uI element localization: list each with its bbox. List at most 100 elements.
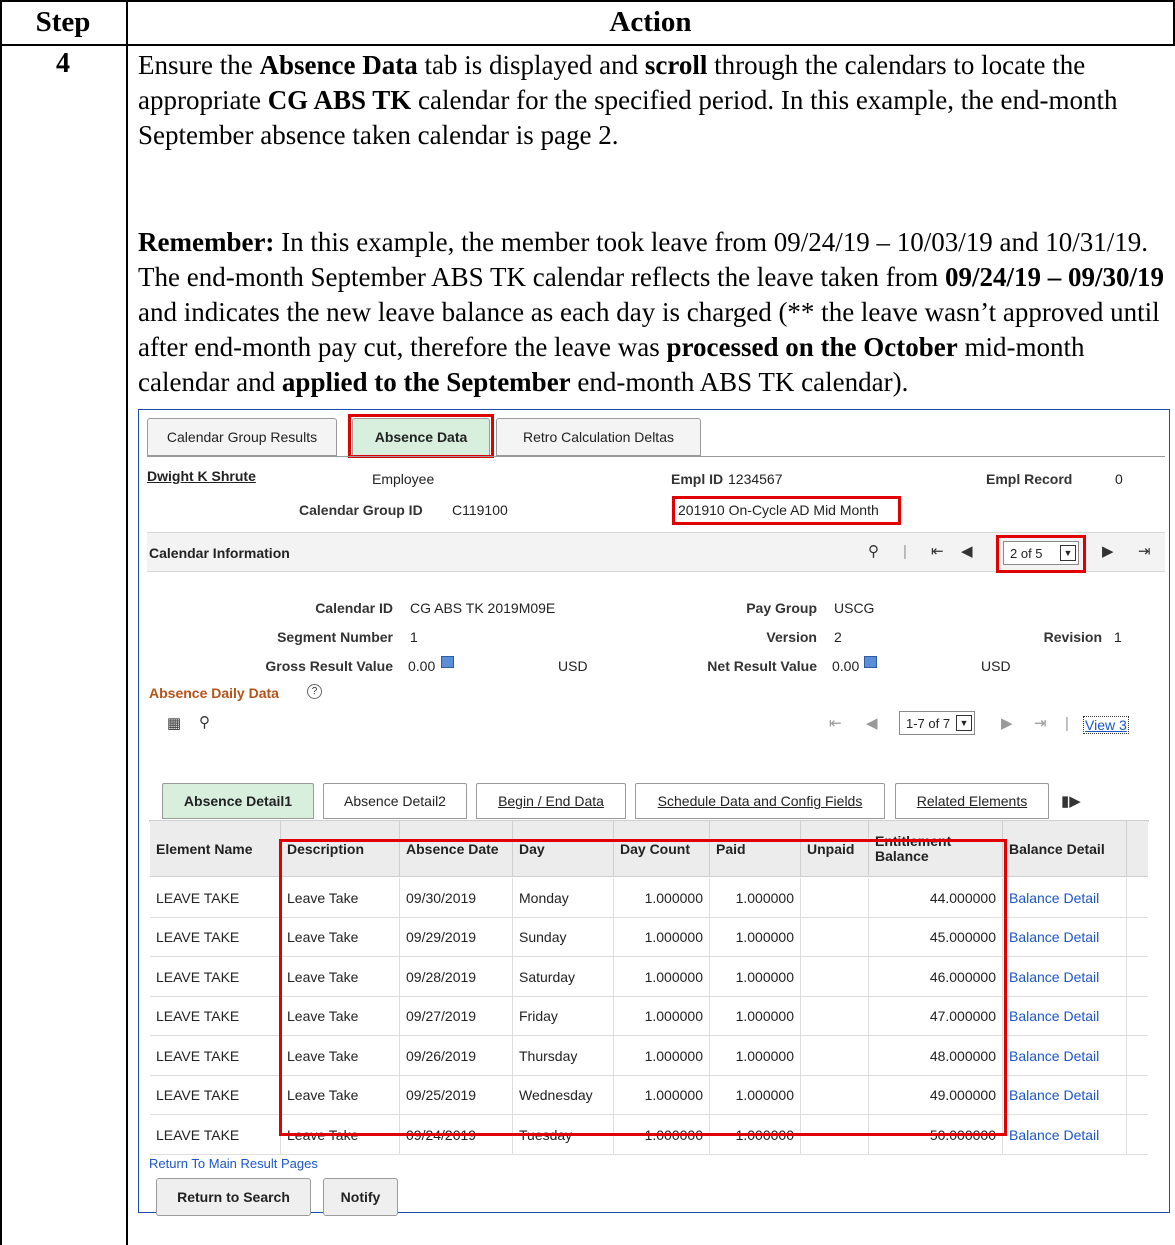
procedure-table: Step Action 4 Ensure the Absence Data ta… [0, 0, 1175, 1245]
show-all-columns-icon[interactable]: ▮▶ [1061, 794, 1081, 810]
empl-id-label: Empl ID [671, 471, 724, 487]
employee-role: Employee [372, 471, 435, 487]
search-icon[interactable]: ⚲ [868, 544, 879, 560]
view-all-link[interactable]: View 3 [1083, 716, 1129, 734]
gross-currency: USD [558, 658, 588, 674]
segment-number-value: 1 [410, 629, 418, 645]
cell-desc: Leave Take [281, 878, 400, 917]
grid-search-icon[interactable]: ⚲ [199, 715, 210, 731]
header-action: Action [609, 5, 692, 38]
cell-date: 09/26/2019 [400, 1036, 513, 1075]
bold-text-run: processed on the October [666, 332, 958, 362]
cell-count: 1.000000 [614, 957, 710, 996]
calculator-icon-2[interactable] [864, 656, 877, 668]
cell-date: 09/28/2019 [400, 957, 513, 996]
grid-page-value: 1-7 of 7 [906, 715, 951, 731]
subtab-absence-detail1[interactable]: Absence Detail1 [162, 783, 314, 819]
col-paid[interactable]: Paid [710, 821, 801, 877]
segment-number-label: Segment Number [277, 629, 393, 645]
balance-detail-link[interactable]: Balance Detail [1003, 1115, 1127, 1154]
cell-unpaid [801, 957, 869, 996]
last-page-icon[interactable]: ⇥ [1138, 544, 1151, 560]
bold-text-run: applied to the September [281, 367, 571, 397]
text-run: Ensure the [138, 50, 260, 80]
empl-id-value: 1234567 [728, 471, 783, 487]
employee-name: Dwight K Shrute [147, 468, 256, 484]
balance-detail-link[interactable]: Balance Detail [1003, 1075, 1127, 1115]
cell-unpaid [801, 917, 869, 957]
tab-retro-calculation-deltas[interactable]: Retro Calculation Deltas [496, 418, 701, 456]
absence-grid: Element Name Description Absence Date Da… [149, 820, 1149, 1155]
balance-detail-link[interactable]: Balance Detail [1003, 1036, 1127, 1075]
cell-paid: 1.000000 [710, 1075, 801, 1115]
cell-count: 1.000000 [614, 878, 710, 917]
notify-button[interactable]: Notify [323, 1178, 398, 1216]
grid-first-icon[interactable]: ⇤ [829, 716, 842, 732]
subtab-related-elements[interactable]: Related Elements [895, 783, 1049, 819]
bold-text-run: scroll [644, 50, 708, 80]
next-icon[interactable]: ▶ [1102, 544, 1114, 560]
cell-unpaid [801, 1075, 869, 1115]
col-day-count[interactable]: Day Count [614, 821, 710, 877]
balance-detail-link[interactable]: Balance Detail [1003, 996, 1127, 1036]
col-balance-detail[interactable]: Balance Detail [1003, 821, 1127, 877]
cell-count: 1.000000 [614, 1115, 710, 1154]
calculator-icon[interactable] [441, 656, 454, 668]
balance-detail-link[interactable]: Balance Detail [1003, 917, 1127, 957]
grid-previous-icon[interactable]: ◀ [866, 716, 878, 732]
calendar-group-id-value: C119100 [452, 502, 508, 518]
first-page-icon[interactable]: ⇤ [931, 544, 944, 560]
cell-balance: 45.000000 [869, 917, 1003, 957]
grid-page-select[interactable]: 1-7 of 7 ▼ [899, 711, 975, 735]
return-main-link[interactable]: Return To Main Result Pages [149, 1156, 318, 1171]
cell-element: LEAVE TAKE [150, 1036, 281, 1075]
balance-detail-link[interactable]: Balance Detail [1003, 957, 1127, 996]
tab-absence-data[interactable]: Absence Data [352, 418, 490, 456]
cell-balance: 49.000000 [869, 1075, 1003, 1115]
cell-balance: 48.000000 [869, 1036, 1003, 1075]
grid-last-icon[interactable]: ⇥ [1034, 716, 1047, 732]
cell-unpaid [801, 878, 869, 917]
cell-date: 09/27/2019 [400, 996, 513, 1036]
help-icon[interactable]: ? [307, 684, 322, 699]
grid-personalize-icon[interactable]: ▦ [167, 716, 181, 732]
col-element-name[interactable]: Element Name [150, 821, 281, 877]
subtab-begin-end-data[interactable]: Begin / End Data [476, 783, 626, 819]
cell-unpaid [801, 996, 869, 1036]
cell-day: Friday [513, 996, 614, 1036]
calendar-page-select[interactable]: 2 of 5 ▼ [1003, 541, 1079, 565]
table-row: LEAVE TAKE Leave Take 09/24/2019 Tuesday 1.0… [150, 1115, 1148, 1155]
cell-desc: Leave Take [281, 1075, 400, 1115]
table-row: LEAVE TAKE Leave Take 09/29/2019 Sunday 1.00… [150, 917, 1148, 957]
cell-date: 09/24/2019 [400, 1115, 513, 1154]
pay-group-label: Pay Group [746, 600, 817, 616]
balance-detail-link[interactable]: Balance Detail [1003, 878, 1127, 917]
bold-text-run: Absence Data [259, 50, 418, 80]
cell-desc: Leave Take [281, 1115, 400, 1154]
table-row: LEAVE TAKE Leave Take 09/25/2019 Wednesday 1… [150, 1075, 1148, 1115]
cell-balance: 44.000000 [869, 878, 1003, 917]
cell-element: LEAVE TAKE [150, 1115, 281, 1154]
text-run: tab is displayed and [417, 50, 645, 80]
previous-icon[interactable]: ◀ [961, 544, 973, 560]
col-absence-date[interactable]: Absence Date [400, 821, 513, 877]
bold-text-run: CG ABS TK [267, 85, 412, 115]
version-label: Version [766, 629, 817, 645]
col-description[interactable]: Description [281, 821, 400, 877]
cell-paid: 1.000000 [710, 1115, 801, 1154]
grid-next-icon[interactable]: ▶ [1001, 716, 1013, 732]
table-column-divider [126, 0, 128, 1245]
subtab-schedule-data[interactable]: Schedule Data and Config Fields [635, 783, 885, 819]
return-to-search-button[interactable]: Return to Search [156, 1178, 311, 1216]
col-unpaid[interactable]: Unpaid [801, 821, 869, 877]
cell-day: Wednesday [513, 1075, 614, 1115]
cell-element: LEAVE TAKE [150, 957, 281, 996]
table-row: LEAVE TAKE Leave Take 09/30/2019 Monday 1.00… [150, 878, 1148, 918]
cell-element: LEAVE TAKE [150, 878, 281, 917]
absence-daily-title: Absence Daily Data [149, 685, 279, 701]
tab-calendar-group-results[interactable]: Calendar Group Results [147, 418, 337, 456]
subtab-absence-detail2[interactable]: Absence Detail2 [323, 783, 467, 819]
col-day[interactable]: Day [513, 821, 614, 877]
cell-date: 09/29/2019 [400, 917, 513, 957]
col-entitlement-balance[interactable]: Entitlement Balance [869, 821, 1003, 877]
